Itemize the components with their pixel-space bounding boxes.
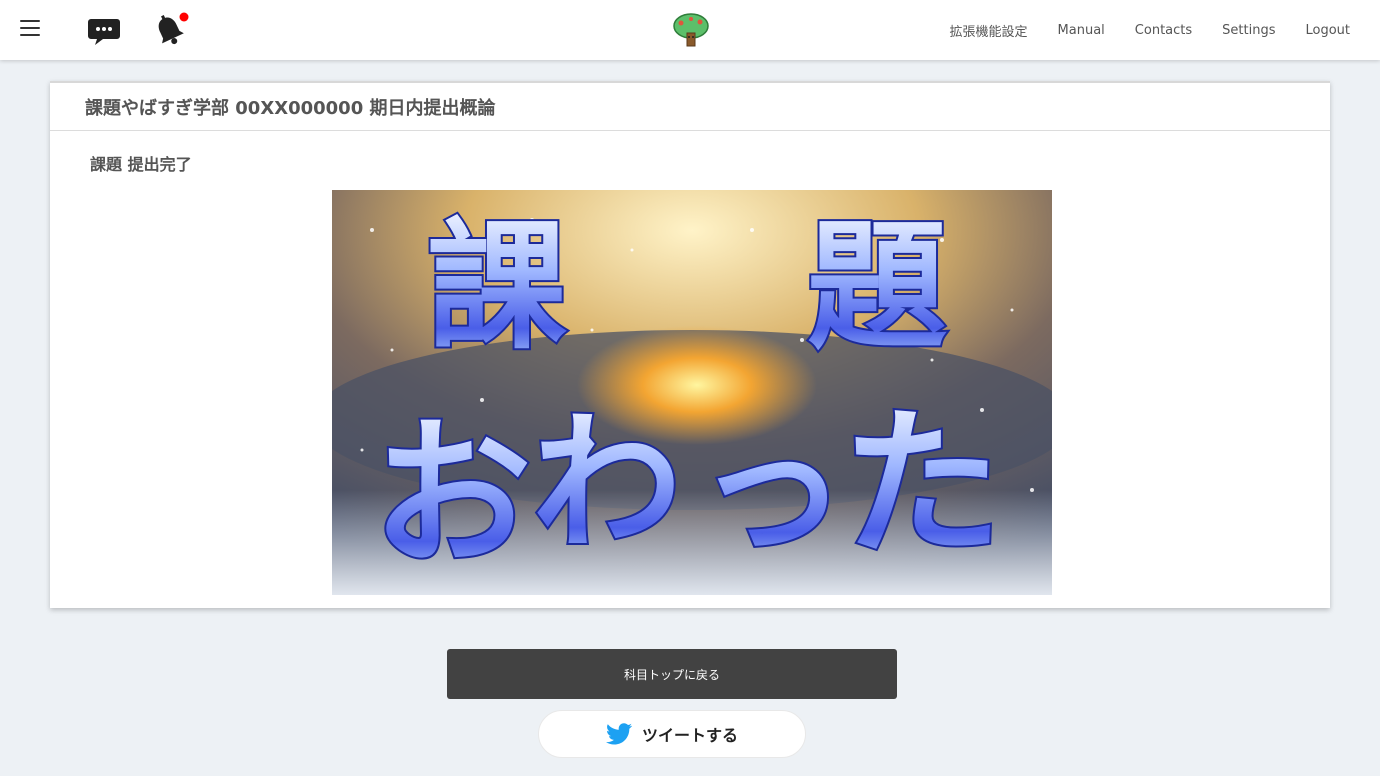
nav-extension-settings[interactable]: 拡張機能設定 [950,21,1028,40]
banner-char-dai: 題 [807,206,947,369]
header-nav: 拡張機能設定 Manual Contacts Settings Logout [950,0,1350,60]
tree-logo-icon[interactable] [672,13,710,47]
banner-char-wa: わ [532,397,682,571]
banner-char-tsu: っ [697,402,847,576]
completion-banner-image: 課 題 お わ っ た [332,190,1052,595]
banner-char-o: お [372,401,532,588]
chat-icon[interactable] [88,18,120,46]
top-navbar: 拡張機能設定 Manual Contacts Settings Logout [0,0,1380,60]
bell-icon[interactable] [154,12,190,48]
tweet-button-label: ツイートする [641,726,738,745]
back-to-course-top-button[interactable]: 科目トップに戻る [447,649,897,699]
page-title: 課題やばすぎ学部 00XX000000 期日内提出概論 [50,83,1330,131]
tweet-button[interactable]: ツイートする [538,710,806,758]
nav-settings[interactable]: Settings [1222,23,1275,38]
banner-char-ta: た [842,391,1002,578]
notification-dot [179,12,189,22]
nav-manual[interactable]: Manual [1058,23,1105,38]
submission-status: 課題 提出完了 [90,155,192,174]
submission-card: 課題やばすぎ学部 00XX000000 期日内提出概論 課題 提出完了 課 題 … [50,81,1330,608]
nav-logout[interactable]: Logout [1305,23,1350,38]
nav-contacts[interactable]: Contacts [1135,23,1192,38]
twitter-bird-icon [605,723,632,745]
banner-char-ka: 課 [427,206,567,369]
hamburger-menu-icon[interactable] [20,20,40,36]
